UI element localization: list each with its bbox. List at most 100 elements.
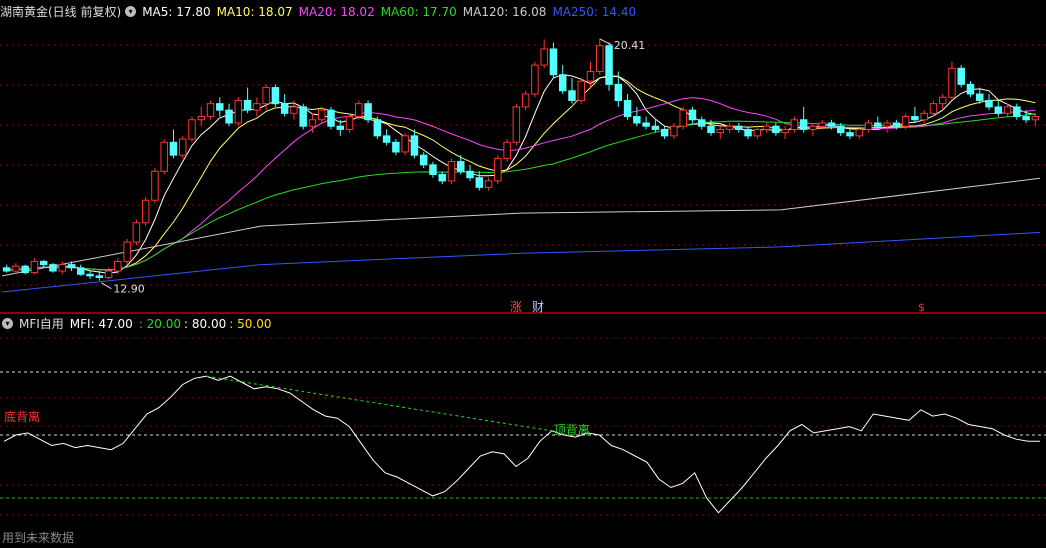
candle-body [39, 260, 48, 266]
mfi-value-label: MFI: 47.00 [69, 317, 133, 331]
candle-body [410, 135, 419, 156]
candle-body [290, 106, 298, 114]
candle-body [308, 119, 317, 127]
candle [216, 97, 224, 117]
candle-body [336, 125, 345, 130]
candle-body [104, 270, 113, 278]
candle-body [633, 116, 641, 124]
candle-body [280, 103, 289, 114]
tag-dollar: $ [918, 301, 925, 314]
candle-body [243, 99, 252, 111]
candle-body [577, 80, 585, 101]
candle-body [855, 128, 864, 137]
mfi-series-line [3, 375, 1040, 514]
candle-body [178, 138, 187, 156]
candle-body [132, 222, 141, 243]
candle-body [382, 135, 391, 143]
candle [364, 100, 372, 123]
candle-body [642, 122, 650, 127]
candle-body [911, 116, 919, 121]
candle-body [966, 83, 975, 95]
candle-body [355, 103, 363, 118]
options-chevron-icon[interactable]: ▾ [125, 6, 137, 17]
low-price-pointer [101, 282, 112, 290]
candle [355, 100, 363, 120]
candle [540, 39, 548, 69]
candle [753, 126, 762, 140]
candle [151, 168, 159, 204]
candle-body [558, 74, 567, 92]
candle-body [466, 170, 474, 179]
candle-body [12, 265, 20, 272]
candle-body [735, 125, 743, 130]
candle-body [503, 141, 511, 159]
candle-body [540, 48, 548, 66]
ma250-line [1, 231, 1041, 293]
candle-body [688, 109, 697, 121]
candle [642, 116, 650, 130]
ma250-label: MA250: 14.40 [552, 5, 637, 19]
candle-body [651, 125, 660, 130]
candle-body [948, 67, 956, 98]
candle [586, 61, 595, 88]
candle [178, 135, 187, 159]
candle-body [707, 125, 715, 134]
candle [772, 122, 780, 136]
candle [725, 122, 734, 133]
candle-body [2, 267, 11, 272]
candle-body [484, 180, 493, 188]
candle [299, 103, 307, 130]
candle [1013, 103, 1021, 120]
candle-body [197, 116, 206, 121]
stock-chart: 顶背离 底背离 20.41 12.90 涨财 $ [0, 38, 1046, 516]
candle-body [568, 90, 576, 101]
candle-body [883, 122, 891, 127]
candle-body [512, 106, 521, 143]
mfi-level-50-label: : 50.00 [229, 317, 272, 331]
candle [568, 77, 576, 104]
candle [911, 106, 919, 123]
candle [762, 122, 771, 133]
candle-body [679, 109, 687, 127]
candle-body [874, 122, 882, 127]
candle-body [772, 125, 780, 134]
candle-body [744, 128, 752, 137]
candle-body [392, 141, 400, 153]
candle [327, 106, 335, 130]
candle [966, 81, 975, 98]
candle [58, 261, 66, 275]
candle-body [95, 275, 104, 278]
candle-body [994, 106, 1003, 114]
mfi-line: 顶背离 底背离 [0, 371, 1046, 514]
candle [280, 94, 289, 117]
candle-body [364, 103, 372, 121]
candle [846, 129, 854, 140]
high-price-label: 20.41 [614, 39, 646, 52]
candle-body [781, 128, 789, 134]
candle-body [985, 99, 993, 108]
candle-body [30, 260, 39, 274]
candle [39, 259, 48, 268]
mfi-options-chevron-icon[interactable]: ▾ [2, 318, 13, 329]
candle-body [447, 161, 456, 182]
candle [447, 158, 456, 185]
candle [521, 90, 530, 111]
candle [790, 116, 799, 133]
candle-body [938, 96, 947, 105]
candle [160, 139, 168, 175]
candle [549, 42, 558, 78]
candle-body [957, 67, 965, 85]
candle [253, 97, 261, 117]
candle [799, 106, 808, 133]
candle-body [1013, 106, 1021, 118]
stock-title[interactable]: 湖南黄金(日线 前复权) [0, 5, 121, 19]
candle-body [614, 83, 623, 101]
candle [781, 126, 789, 140]
candle-body [725, 125, 734, 130]
top-divergence-label: 顶背离 [554, 422, 590, 437]
candle [670, 122, 678, 140]
candle-body [299, 106, 307, 127]
candle [382, 129, 391, 146]
mfi-indicator-name[interactable]: MFI自用 [19, 317, 64, 331]
candle-body [670, 125, 678, 137]
